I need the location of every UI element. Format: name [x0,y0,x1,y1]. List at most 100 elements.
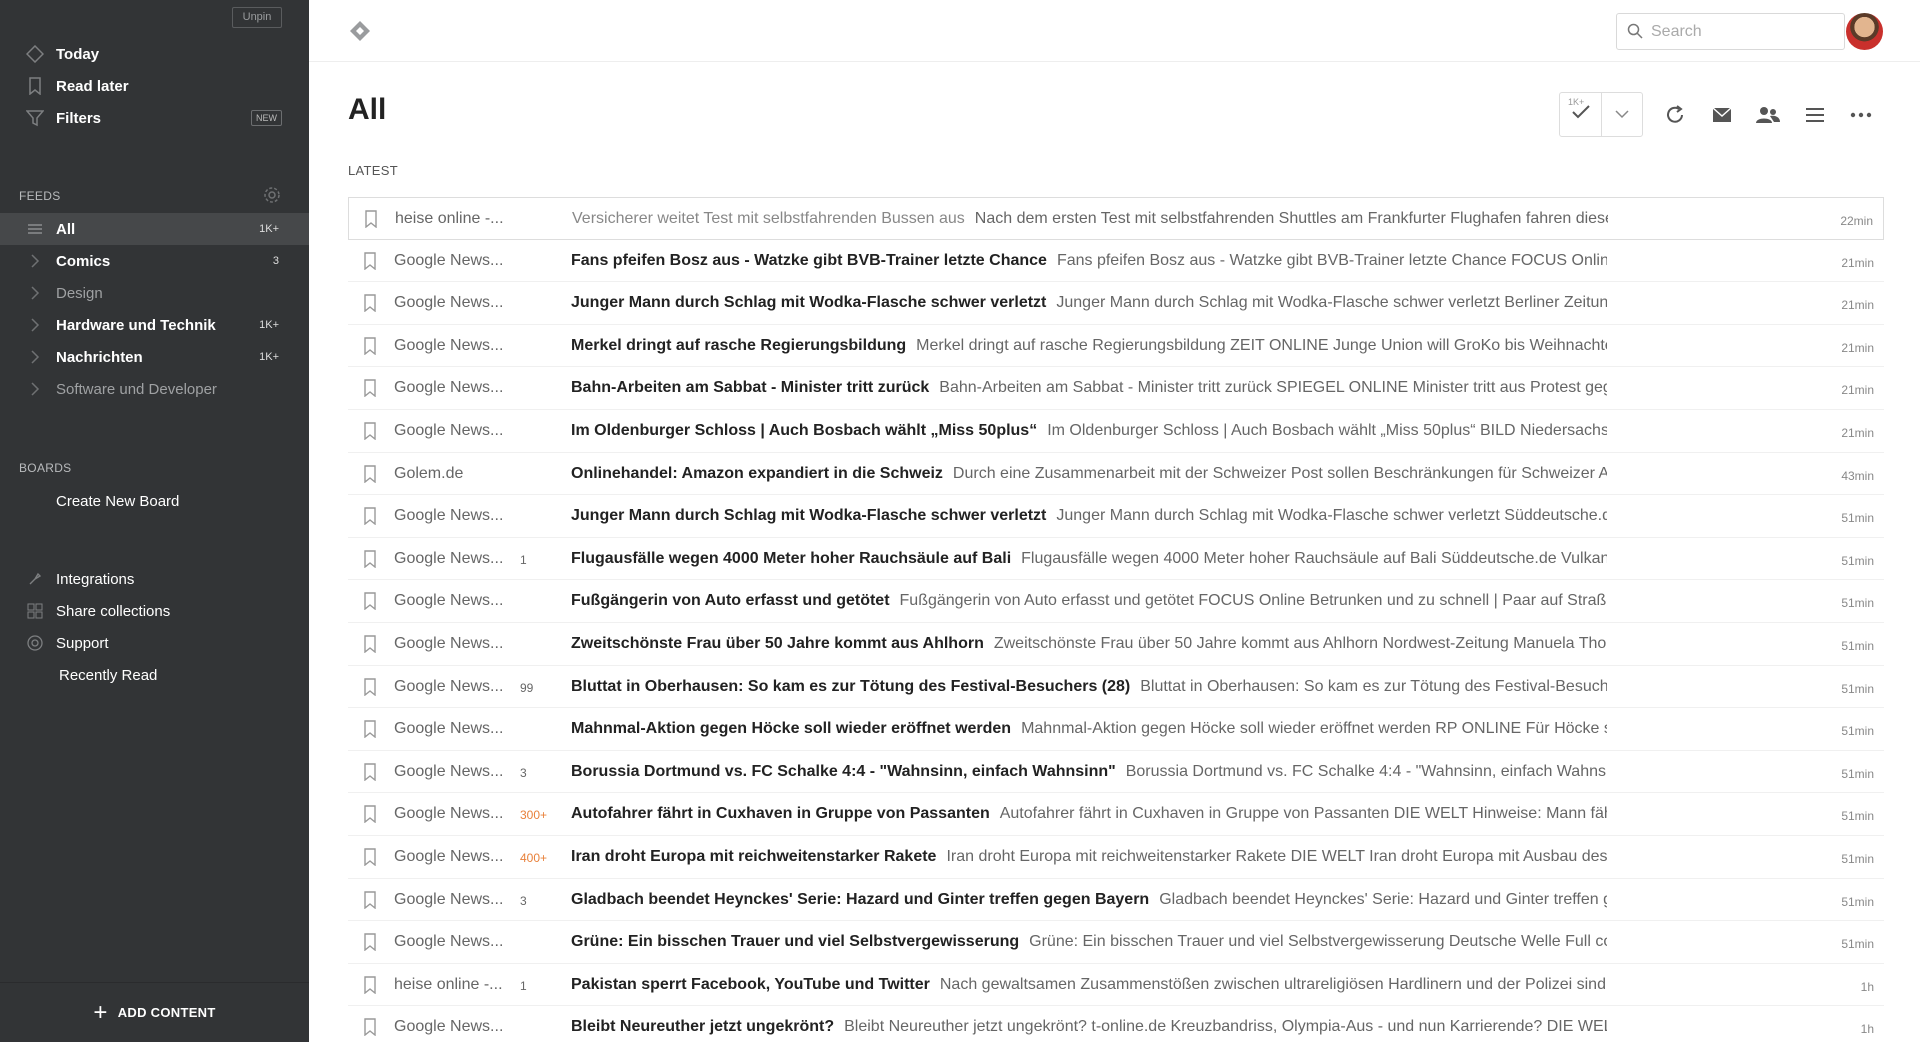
article-title[interactable]: Fußgängerin von Auto erfasst und getötet [571,592,890,609]
bookmark-icon[interactable] [364,975,376,995]
article-row[interactable]: Google News... Junger Mann durch Schlag … [348,282,1884,325]
article-title[interactable]: Fans pfeifen Bosz aus - Watzke gibt BVB-… [571,252,1047,269]
article-row[interactable]: Google News... Mahnmal-Aktion gegen Höck… [348,708,1884,751]
chevron-right-icon[interactable] [24,314,46,336]
article-title[interactable]: Grüne: Ein bisschen Trauer und viel Selb… [571,933,1019,950]
article-title[interactable]: Mahnmal-Aktion gegen Höcke soll wieder e… [571,720,1011,737]
article-row[interactable]: Google News... 1 Flugausfälle wegen 4000… [348,538,1884,581]
article-content: Im Oldenburger Schloss | Auch Bosbach wä… [571,422,1607,440]
nav-filters[interactable]: Filters NEW [0,102,309,134]
bookmark-icon[interactable] [364,635,376,654]
nav-support[interactable]: Support [0,627,309,659]
add-content-button[interactable]: + ADD CONTENT [93,1000,215,1025]
bookmark-icon[interactable] [364,251,376,271]
article-row[interactable]: Google News... Bahn-Arbeiten am Sabbat -… [348,367,1884,410]
article-row[interactable]: Golem.de Onlinehandel: Amazon expandiert… [348,453,1884,496]
article-row[interactable]: heise online -... Versicherer weitet Tes… [348,197,1884,240]
unpin-button[interactable]: Unpin [232,7,282,28]
article-title[interactable]: Bahn-Arbeiten am Sabbat - Minister tritt… [571,379,929,396]
bookmark-icon[interactable] [364,550,376,569]
chevron-right-icon[interactable] [24,346,46,368]
mail-icon[interactable] [1709,102,1735,128]
article-row[interactable]: Google News... Im Oldenburger Schloss | … [348,410,1884,453]
article-row[interactable]: Google News... Grüne: Ein bisschen Traue… [348,921,1884,964]
article-title[interactable]: Borussia Dortmund vs. FC Schalke 4:4 - "… [571,763,1116,780]
article-title[interactable]: Autofahrer fährt in Cuxhaven in Gruppe v… [571,805,990,822]
bookmark-icon [24,75,46,97]
article-title[interactable]: Pakistan sperrt Facebook, YouTube und Tw… [571,976,930,993]
article-age: 51min [1841,809,1874,824]
avatar[interactable] [1846,13,1883,50]
article-row[interactable]: Google News... 400+ Iran droht Europa mi… [348,836,1884,879]
article-title[interactable]: Bleibt Neureuther jetzt ungekrönt? [571,1018,834,1035]
article-row[interactable]: Google News... Fußgängerin von Auto erfa… [348,580,1884,623]
feed-item-nachrichten[interactable]: Nachrichten 1K+ [0,341,309,373]
article-title[interactable]: Gladbach beendet Heynckes' Serie: Hazard… [571,891,1149,908]
article-title[interactable]: Iran droht Europa mit reichweitenstarker… [571,848,936,865]
article-title[interactable]: Merkel dringt auf rasche Regierungsbildu… [571,337,906,354]
article-row[interactable]: Google News... Merkel dringt auf rasche … [348,325,1884,368]
feed-item-software[interactable]: Software und Developer [0,373,309,405]
nav-share-collections[interactable]: Share collections [0,595,309,627]
article-row[interactable]: Google News... 3 Borussia Dortmund vs. F… [348,751,1884,794]
article-row[interactable]: Google News... Fans pfeifen Bosz aus - W… [348,240,1884,283]
bookmark-icon[interactable] [364,763,376,782]
team-icon[interactable] [1755,102,1781,128]
nav-recently-read[interactable]: Recently Read [0,659,309,691]
mark-read-options-button[interactable] [1601,93,1642,136]
bookmark-icon[interactable] [364,592,376,611]
bookmark-icon[interactable] [364,294,376,313]
article-title[interactable]: Junger Mann durch Schlag mit Wodka-Flasc… [571,294,1046,311]
gear-icon[interactable] [263,186,281,209]
more-options-icon[interactable] [1848,102,1874,128]
bookmark-icon[interactable] [365,210,377,229]
nav-integrations[interactable]: Integrations [0,563,309,595]
integrations-label: Integrations [56,570,135,588]
bookmark-icon[interactable] [364,890,376,909]
article-title[interactable]: Onlinehandel: Amazon expandiert in die S… [571,465,943,482]
article-row[interactable]: Google News... Junger Mann durch Schlag … [348,495,1884,538]
bookmark-icon[interactable] [364,805,376,824]
article-title[interactable]: Im Oldenburger Schloss | Auch Bosbach wä… [571,422,1037,439]
bookmark-icon[interactable] [364,848,376,867]
article-title[interactable]: Bluttat in Oberhausen: So kam es zur Töt… [571,678,1130,695]
article-row[interactable]: Google News... 300+ Autofahrer fährt in … [348,793,1884,836]
feed-item-all[interactable]: All 1K+ [0,213,309,245]
article-title[interactable]: Zweitschönste Frau über 50 Jahre kommt a… [571,635,984,652]
nav-today[interactable]: Today [0,38,309,70]
article-summary: Junger Mann durch Schlag mit Wodka-Flasc… [1056,294,1607,312]
chevron-right-icon[interactable] [24,250,46,272]
bookmark-icon[interactable] [364,720,376,739]
article-row[interactable]: heise online -... 1 Pakistan sperrt Face… [348,964,1884,1007]
article-row[interactable]: Google News... 3 Gladbach beendet Heynck… [348,879,1884,922]
feed-item-design[interactable]: Design [0,277,309,309]
article-content: Bahn-Arbeiten am Sabbat - Minister tritt… [571,379,1607,397]
logo-icon[interactable] [349,20,371,42]
bookmark-icon[interactable] [364,337,376,356]
article-row[interactable]: Google News... Bleibt Neureuther jetzt u… [348,1006,1884,1042]
bookmark-icon[interactable] [364,379,376,398]
article-content: Zweitschönste Frau über 50 Jahre kommt a… [571,635,1607,653]
search-input[interactable]: Search [1616,13,1845,50]
feed-item-hardware[interactable]: Hardware und Technik 1K+ [0,309,309,341]
layout-list-icon[interactable] [1802,102,1828,128]
article-title[interactable]: Versicherer weitet Test mit selbstfahren… [572,210,965,227]
nav-read-later[interactable]: Read later [0,70,309,102]
article-summary: Flugausfälle wegen 4000 Meter hoher Rauc… [1021,549,1607,567]
bookmark-icon[interactable] [364,933,376,952]
article-title[interactable]: Flugausfälle wegen 4000 Meter hoher Rauc… [571,550,1011,567]
article-title[interactable]: Junger Mann durch Schlag mit Wodka-Flasc… [571,507,1046,524]
bookmark-icon[interactable] [364,507,376,526]
create-new-board[interactable]: Create New Board [0,485,309,517]
bookmark-icon[interactable] [364,464,376,484]
feed-item-comics[interactable]: Comics 3 [0,245,309,277]
mark-all-read-button[interactable]: 1K+ [1560,93,1601,136]
bookmark-icon[interactable] [364,677,376,696]
refresh-icon[interactable] [1662,102,1688,128]
chevron-right-icon[interactable] [24,282,46,304]
article-row[interactable]: Google News... Zweitschönste Frau über 5… [348,623,1884,666]
chevron-right-icon[interactable] [24,378,46,400]
article-row[interactable]: Google News... 99 Bluttat in Oberhausen:… [348,666,1884,709]
bookmark-icon[interactable] [364,422,376,441]
bookmark-icon[interactable] [364,1018,376,1037]
